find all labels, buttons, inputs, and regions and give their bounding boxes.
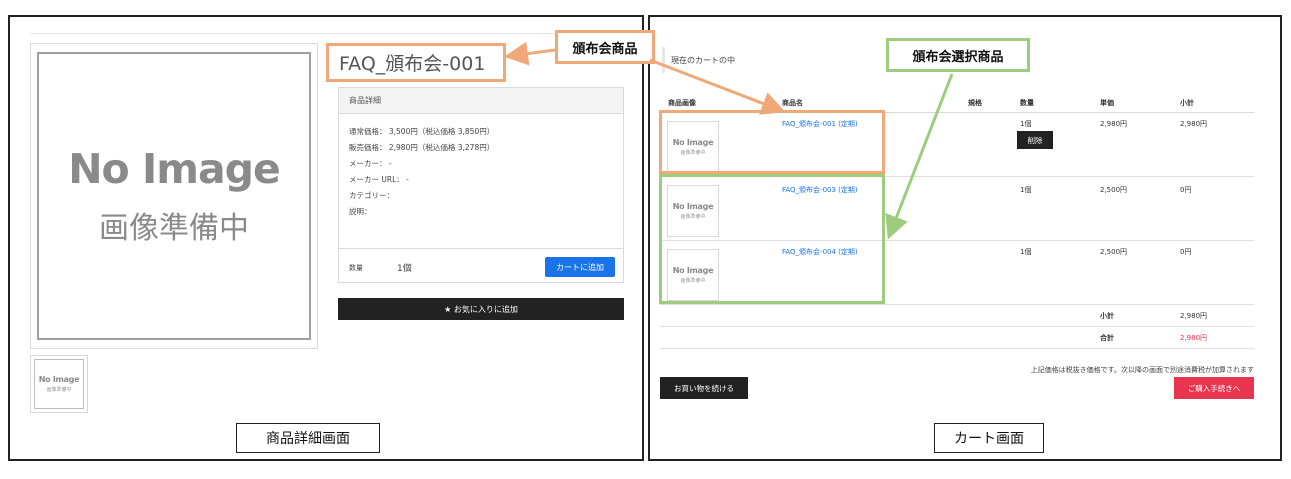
panel-caption: 商品詳細画面	[236, 423, 380, 453]
total-row: 合計 2,980円	[660, 327, 1254, 349]
image-preparing-text: 画像準備中	[46, 387, 72, 393]
callout-subscription-product: 頒布会商品	[555, 30, 655, 64]
total-label: 合計	[1100, 334, 1114, 342]
column-header: 商品名	[782, 99, 803, 107]
column-header: 小計	[1180, 99, 1194, 107]
cart-item-qty: 1個	[1020, 186, 1032, 194]
cart-item-qty: 1個	[1020, 248, 1032, 256]
cart-item-subtotal: 0円	[1180, 186, 1192, 194]
subtotal-label: 小計	[1100, 312, 1114, 320]
add-to-cart-button[interactable]: カートに追加	[545, 257, 615, 277]
subtotal-row: 小計 2,980円	[660, 305, 1254, 327]
quantity-area: 数量 1個 カートに追加	[339, 248, 623, 284]
category: カテゴリー：	[349, 191, 394, 200]
cart-item-unit-price: 2,500円	[1100, 248, 1128, 256]
total-value: 2,980円	[1180, 334, 1208, 342]
quantity-label: 数量	[349, 264, 363, 272]
no-image-text: No Image	[38, 375, 80, 384]
product-thumbnail[interactable]: No Image 画像準備中	[30, 355, 88, 413]
checkout-button[interactable]: ご購入手続きへ	[1174, 377, 1254, 399]
cart-item-qty: 1個	[1020, 120, 1032, 128]
add-favorite-button[interactable]: ★ お気に入りに追加	[338, 298, 624, 320]
callout-subscription-selected: 頒布会選択商品	[886, 38, 1030, 72]
subscription-selected-highlight	[659, 174, 885, 304]
delete-button[interactable]: 削除	[1017, 131, 1053, 149]
no-image-text: No Image	[68, 145, 281, 193]
tax-note: 上記価格は税抜き価格です。次以降の画面で別途消費税が加算されます	[1030, 366, 1254, 374]
regular-price: 通常価格： 3,500円（税込価格 3,850円）	[349, 127, 495, 136]
description: 説明：	[349, 207, 372, 216]
product-detail-panel: No Image 画像準備中 No Image 画像準備中 FAQ_頒布会-00…	[8, 15, 644, 461]
cart-item-unit-price: 2,500円	[1100, 186, 1128, 194]
detail-header: 商品詳細	[339, 88, 623, 114]
column-header: 商品画像	[668, 99, 696, 107]
product-detail-box: 商品詳細 通常価格： 3,500円（税込価格 3,850円） 販売価格： 2,9…	[338, 87, 624, 283]
divider	[30, 33, 624, 34]
image-preparing-text: 画像準備中	[99, 211, 249, 246]
subscription-product-highlight	[659, 110, 885, 174]
quantity-value[interactable]: 1個	[397, 261, 412, 274]
panel-caption: カート画面	[934, 423, 1044, 453]
maker-url: メーカー URL： -	[349, 175, 409, 184]
cart-item-unit-price: 2,980円	[1100, 120, 1128, 128]
column-header: 数量	[1020, 99, 1034, 107]
cart-item-subtotal: 0円	[1180, 248, 1192, 256]
continue-shopping-button[interactable]: お買い物を続ける	[660, 377, 748, 399]
subtotal-value: 2,980円	[1180, 312, 1208, 320]
column-header: 単価	[1100, 99, 1114, 107]
cart-heading: 現在のカートの中	[662, 47, 862, 73]
cart-item-subtotal: 2,980円	[1180, 120, 1208, 128]
maker: メーカー： -	[349, 159, 392, 168]
sale-price: 販売価格： 2,980円（税込価格 3,278円）	[349, 143, 495, 152]
product-main-image: No Image 画像準備中	[30, 43, 318, 349]
product-title: FAQ_頒布会-001	[326, 43, 506, 82]
column-header: 規格	[968, 99, 982, 107]
